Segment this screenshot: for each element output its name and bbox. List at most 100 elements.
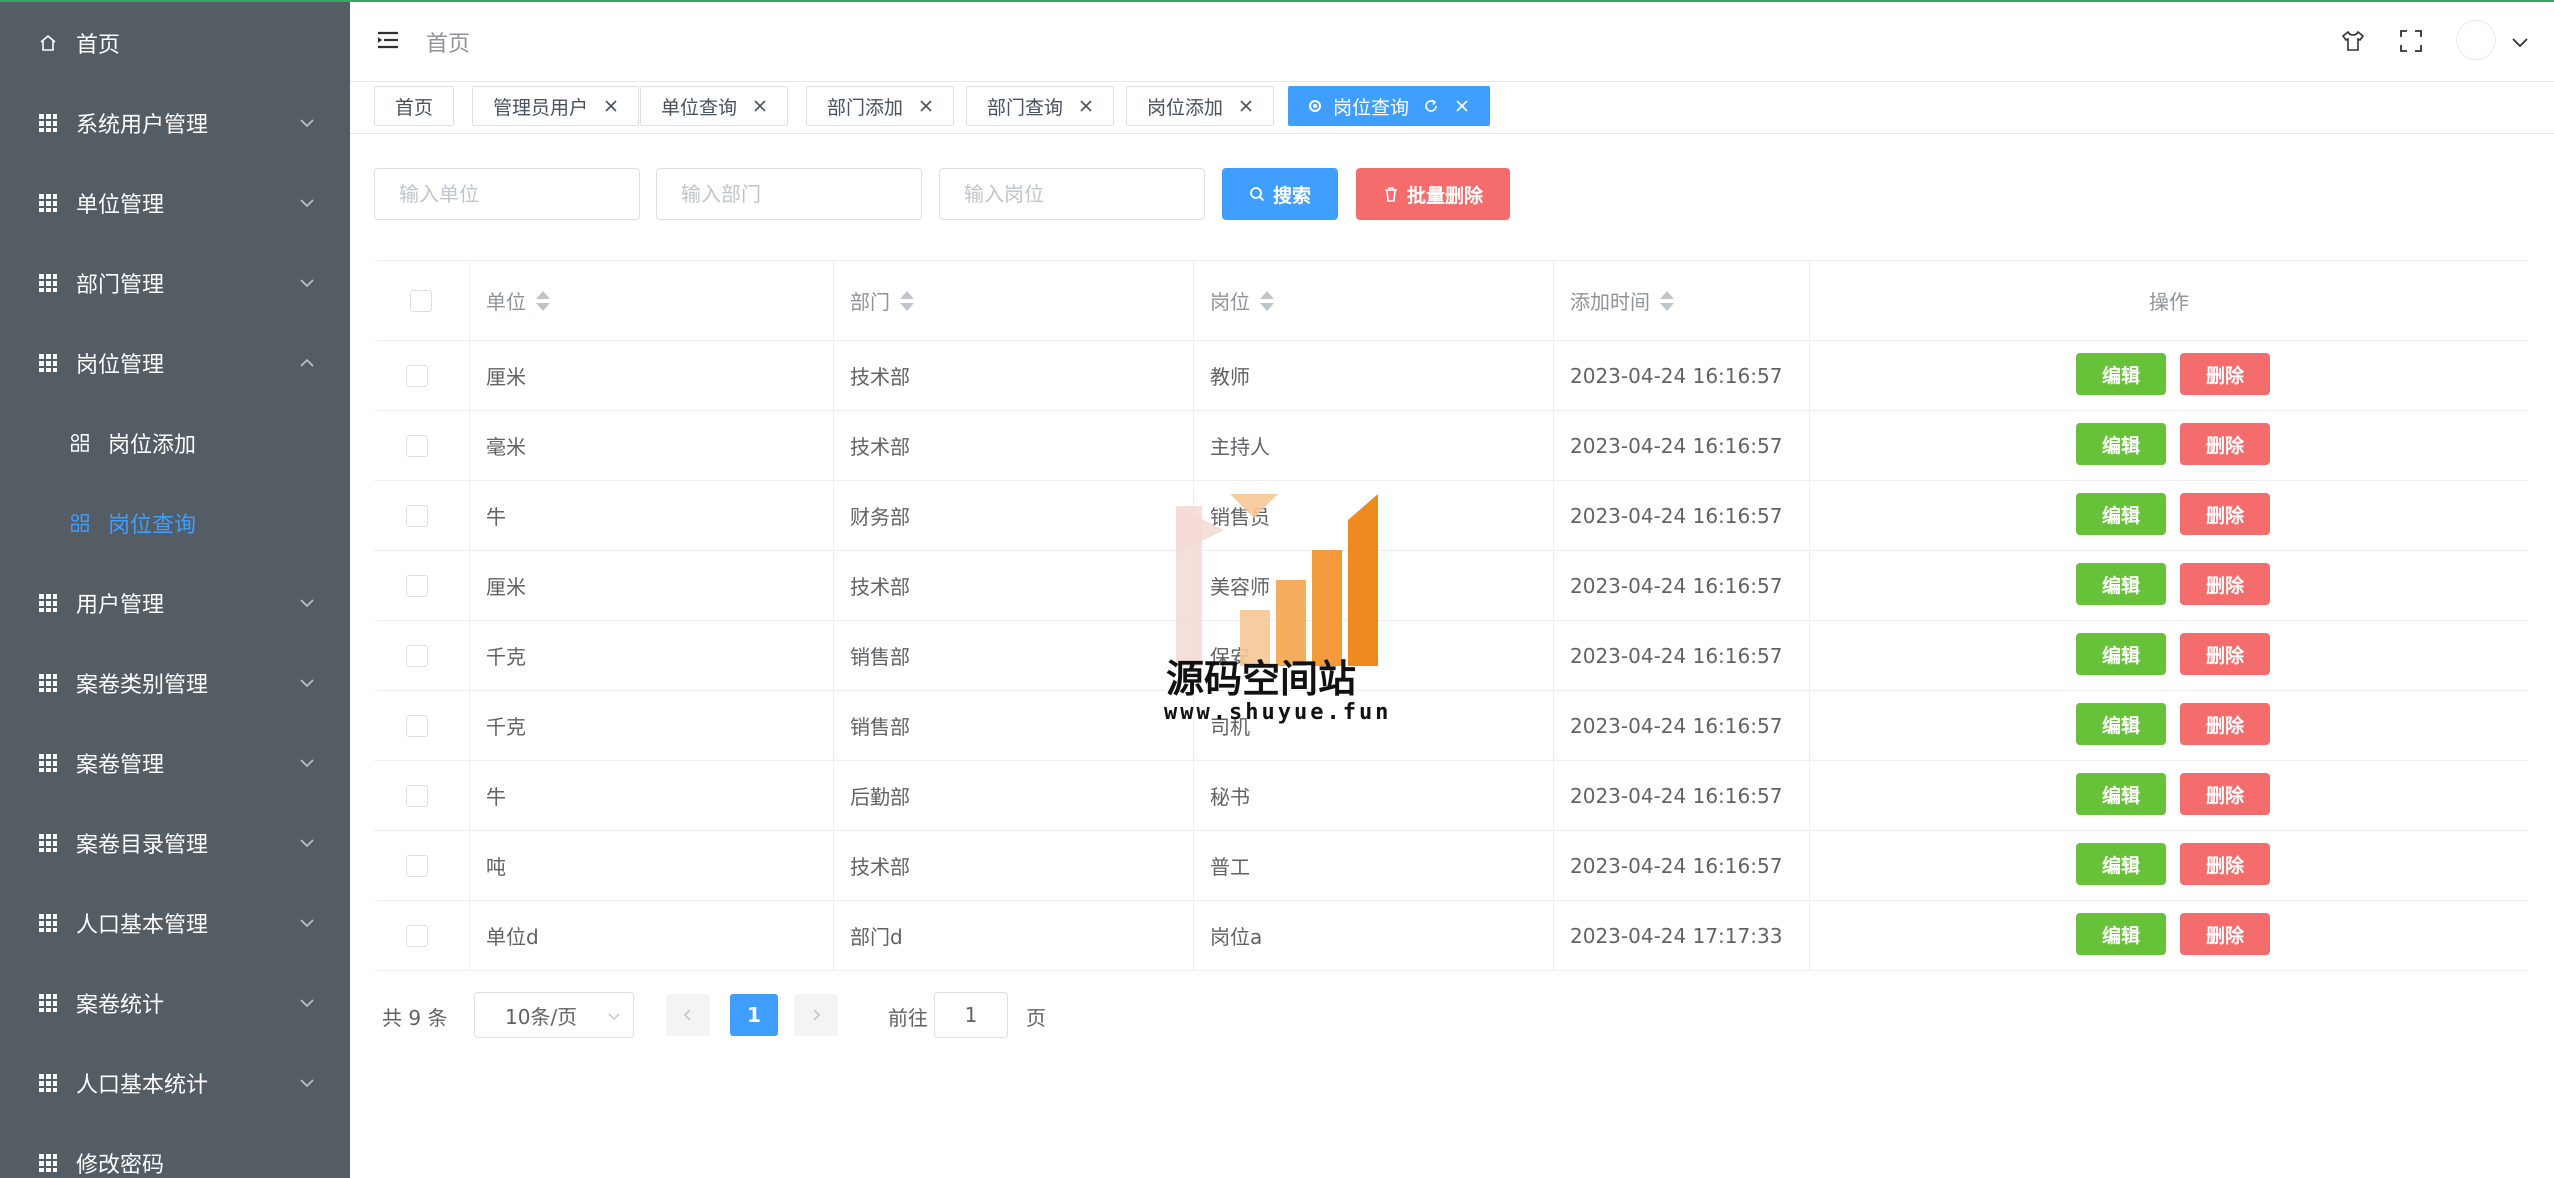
select-all-checkbox[interactable] xyxy=(410,289,432,312)
close-icon[interactable] xyxy=(1239,99,1253,113)
cell-dept: 销售部 xyxy=(834,691,1194,760)
sidebar-item-post-add[interactable]: 岗位添加 xyxy=(0,403,350,483)
sidebar-item-case-statistics[interactable]: 案卷统计 xyxy=(0,963,350,1043)
sort-caret-icon[interactable] xyxy=(1260,290,1274,312)
close-icon[interactable] xyxy=(1455,99,1469,113)
sort-caret-icon[interactable] xyxy=(1660,290,1674,312)
goto-label: 前往 xyxy=(888,1006,928,1030)
sidebar-item-dept-management[interactable]: 部门管理 xyxy=(0,243,350,323)
sidebar-item-system-users[interactable]: 系统用户管理 xyxy=(0,83,350,163)
grid-icon xyxy=(39,354,57,372)
sidebar-item-label: 用户管理 xyxy=(76,593,165,618)
row-checkbox[interactable] xyxy=(406,714,428,737)
tab-home[interactable]: 首页 xyxy=(374,86,455,126)
edit-button[interactable]: 编辑 xyxy=(2076,843,2166,885)
row-checkbox[interactable] xyxy=(406,644,428,667)
tab-admin-users[interactable]: 管理员用户 xyxy=(472,86,640,126)
delete-button[interactable]: 删除 xyxy=(2180,633,2270,675)
sidebar-item-home[interactable]: 首页 xyxy=(0,3,350,83)
row-select-cell xyxy=(374,551,470,620)
batch-delete-button[interactable]: 批量删除 xyxy=(1356,168,1510,220)
goto-page-input[interactable] xyxy=(934,992,1008,1038)
cell-time: 2023-04-24 16:16:57 xyxy=(1554,481,1810,550)
row-checkbox[interactable] xyxy=(406,434,428,457)
sidebar-item-population-basic[interactable]: 人口基本管理 xyxy=(0,883,350,963)
next-page-button[interactable] xyxy=(794,994,838,1036)
row-checkbox[interactable] xyxy=(406,784,428,807)
chevron-down-icon xyxy=(300,1079,314,1088)
chevron-down-icon[interactable] xyxy=(2510,32,2530,52)
post-search-input[interactable] xyxy=(939,168,1205,220)
close-icon[interactable] xyxy=(1079,99,1093,113)
sort-caret-icon[interactable] xyxy=(536,290,550,312)
sidebar-item-unit-management[interactable]: 单位管理 xyxy=(0,163,350,243)
sidebar-item-case-catalog[interactable]: 案卷目录管理 xyxy=(0,803,350,883)
edit-button[interactable]: 编辑 xyxy=(2076,633,2166,675)
header-ops: 操作 xyxy=(1810,261,2528,340)
sidebar-item-post-management[interactable]: 岗位管理 xyxy=(0,323,350,403)
search-button[interactable]: 搜索 xyxy=(1222,168,1338,220)
sidebar-item-user-management[interactable]: 用户管理 xyxy=(0,563,350,643)
edit-button[interactable]: 编辑 xyxy=(2076,913,2166,955)
edit-button[interactable]: 编辑 xyxy=(2076,773,2166,815)
row-checkbox[interactable] xyxy=(406,364,428,387)
tab-label: 单位查询 xyxy=(661,96,738,119)
edit-button[interactable]: 编辑 xyxy=(2076,703,2166,745)
edit-button[interactable]: 编辑 xyxy=(2076,493,2166,535)
sidebar-item-population-statistics[interactable]: 人口基本统计 xyxy=(0,1043,350,1123)
batch-delete-label: 批量删除 xyxy=(1406,184,1483,207)
delete-button[interactable]: 删除 xyxy=(2180,493,2270,535)
page-size-select[interactable]: 10条/页 xyxy=(474,992,634,1038)
table-row: 吨技术部 普工 2023-04-24 16:16:57 编辑 删除 xyxy=(374,831,2528,901)
delete-button[interactable]: 删除 xyxy=(2180,773,2270,815)
close-icon[interactable] xyxy=(753,99,767,113)
sidebar-item-change-password[interactable]: 修改密码 xyxy=(0,1123,350,1178)
header-time[interactable]: 添加时间 xyxy=(1554,261,1810,340)
edit-button[interactable]: 编辑 xyxy=(2076,423,2166,465)
sort-caret-icon[interactable] xyxy=(900,290,914,312)
tab-unit-query[interactable]: 单位查询 xyxy=(640,86,789,126)
delete-button[interactable]: 删除 xyxy=(2180,353,2270,395)
unit-search-input[interactable] xyxy=(374,168,640,220)
header-post[interactable]: 岗位 xyxy=(1194,261,1554,340)
tab-post-add[interactable]: 岗位添加 xyxy=(1126,86,1275,126)
delete-button[interactable]: 删除 xyxy=(2180,703,2270,745)
delete-button[interactable]: 删除 xyxy=(2180,843,2270,885)
dept-search-input[interactable] xyxy=(656,168,922,220)
menu-toggle-icon[interactable] xyxy=(376,28,400,52)
row-checkbox[interactable] xyxy=(406,854,428,877)
avatar[interactable] xyxy=(2456,20,2496,60)
search-button-label: 搜索 xyxy=(1272,184,1311,207)
tab-dept-query[interactable]: 部门查询 xyxy=(966,86,1115,126)
sidebar-item-post-query[interactable]: 岗位查询 xyxy=(0,483,350,563)
theme-shirt-icon[interactable] xyxy=(2340,28,2366,54)
row-checkbox[interactable] xyxy=(406,924,428,947)
tab-dept-add[interactable]: 部门添加 xyxy=(806,86,955,126)
edit-button[interactable]: 编辑 xyxy=(2076,353,2166,395)
delete-button[interactable]: 删除 xyxy=(2180,913,2270,955)
trash-icon xyxy=(1384,187,1397,202)
sidebar-item-label: 首页 xyxy=(76,33,121,58)
prev-page-button[interactable] xyxy=(666,994,710,1036)
breadcrumb: 首页 xyxy=(426,32,471,57)
row-checkbox[interactable] xyxy=(406,504,428,527)
row-select-cell xyxy=(374,411,470,480)
close-icon[interactable] xyxy=(919,99,933,113)
close-icon[interactable] xyxy=(604,99,618,113)
edit-button[interactable]: 编辑 xyxy=(2076,563,2166,605)
delete-button[interactable]: 删除 xyxy=(2180,563,2270,605)
header-unit[interactable]: 单位 xyxy=(470,261,834,340)
row-select-cell xyxy=(374,341,470,410)
page-number-current[interactable]: 1 xyxy=(730,994,778,1036)
fullscreen-icon[interactable] xyxy=(2398,28,2424,54)
tab-post-query[interactable]: 岗位查询 xyxy=(1288,86,1491,126)
row-select-cell xyxy=(374,761,470,830)
sidebar-item-case-management[interactable]: 案卷管理 xyxy=(0,723,350,803)
grid-icon xyxy=(39,834,57,852)
sidebar-item-case-category[interactable]: 案卷类别管理 xyxy=(0,643,350,723)
delete-button[interactable]: 删除 xyxy=(2180,423,2270,465)
sidebar-item-label: 人口基本统计 xyxy=(76,1073,209,1098)
row-checkbox[interactable] xyxy=(406,574,428,597)
header-dept[interactable]: 部门 xyxy=(834,261,1194,340)
refresh-icon[interactable] xyxy=(1423,98,1439,114)
